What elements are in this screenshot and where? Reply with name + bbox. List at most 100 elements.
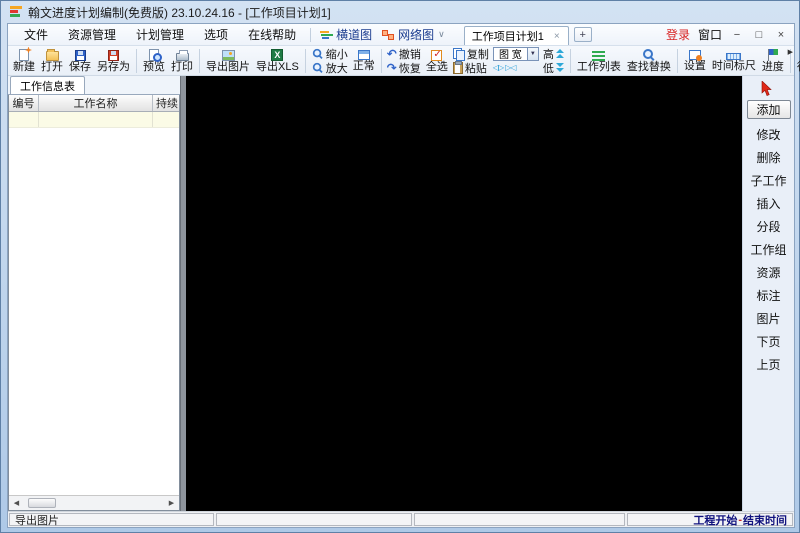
gantt-canvas[interactable] [186, 76, 742, 511]
separator [136, 48, 137, 73]
row-order-button[interactable]: 行顺序 [794, 47, 800, 75]
menu-options[interactable]: 选项 [194, 24, 238, 45]
redo-icon: ↷ [386, 60, 397, 75]
column-header-id[interactable]: 编号 [9, 95, 39, 111]
sidebar-item-picture[interactable]: 图片 [745, 307, 793, 330]
sidebar-item-modify[interactable]: 修改 [745, 123, 793, 146]
sidebar-item-add[interactable]: 添加 [746, 100, 791, 119]
minimize-button[interactable]: − [730, 29, 744, 41]
open-button[interactable]: 打开 [38, 47, 66, 75]
column-header-name[interactable]: 工作名称 [39, 95, 153, 111]
document-tab-active[interactable]: 工作项目计划1 × [463, 26, 569, 45]
work-list-label: 工作列表 [576, 60, 621, 73]
print-preview-icon [149, 48, 162, 62]
time-ruler-button[interactable]: 时间标尺 [709, 47, 759, 75]
menu-online-help[interactable]: 在线帮助 [238, 24, 306, 45]
column-header-duration[interactable]: 持续 [153, 95, 179, 111]
menu-window[interactable]: 窗口 [698, 26, 722, 43]
redo-button[interactable]: ↷ 恢复 [386, 60, 421, 75]
new-button[interactable]: 新建 [10, 47, 38, 75]
separator [199, 48, 200, 73]
sidebar-item-resource[interactable]: 资源 [745, 261, 793, 284]
open-label: 打开 [41, 61, 63, 73]
dash: - [738, 513, 742, 526]
time-ruler-label: 时间标尺 [711, 60, 756, 72]
right-sidebar: 添加 修改 删除 子工作 插入 分段 工作组 资源 标注 图片 下页 上页 [742, 76, 794, 511]
toolbar-overflow-icon[interactable]: ▶ [788, 48, 793, 56]
window-content: 文件 资源管理 计划管理 选项 在线帮助 横道图 网络图 ∨ 工作项目计划1 ×… [7, 23, 800, 528]
zoom-in-icon [312, 62, 323, 73]
new-label: 新建 [13, 60, 35, 73]
network-view-button[interactable]: 网络图 ∨ [377, 24, 450, 45]
preview-button[interactable]: 预览 [140, 47, 168, 75]
lower-label: 低 [542, 62, 554, 75]
work-table: 编号 工作名称 持续 ◀ ▶ [8, 95, 180, 511]
table-row[interactable] [9, 112, 179, 128]
find-replace-button[interactable]: 查找替换 [624, 47, 674, 75]
table-body-empty[interactable] [9, 128, 179, 495]
sidebar-item-delete[interactable]: 删除 [745, 146, 793, 169]
export-image-label: 导出图片 [206, 60, 250, 73]
new-tab-button[interactable]: + [573, 27, 592, 42]
gantt-chart-icon [320, 29, 334, 40]
horizontal-scrollbar[interactable]: ◀ ▶ [9, 495, 179, 510]
scroll-right-icon[interactable]: ▶ [164, 496, 179, 510]
work-list-button[interactable]: 工作列表 [574, 47, 624, 75]
document-tab-label: 工作项目计划1 [471, 31, 544, 43]
new-file-icon [19, 48, 29, 61]
work-info-panel: 工作信息表 编号 工作名称 持续 ◀ ▶ [8, 76, 180, 511]
chart-width-combobox[interactable]: 图 宽 ▼ [492, 46, 539, 61]
print-label: 打印 [171, 60, 193, 73]
gear-icon [688, 50, 702, 61]
select-all-button[interactable]: 全选 [423, 47, 451, 75]
login-link[interactable]: 登录 [666, 26, 690, 43]
copy-button[interactable]: 复制 [452, 47, 489, 61]
scrollbar-track[interactable] [24, 496, 164, 510]
status-cell-empty [216, 513, 412, 526]
sidebar-item-workgroup[interactable]: 工作组 [745, 238, 793, 261]
combobox-dropdown-icon[interactable]: ▼ [526, 47, 538, 60]
app-icon [9, 6, 23, 18]
settings-button[interactable]: 设置 [681, 47, 709, 75]
zoom-in-button[interactable]: 放大 [311, 61, 348, 75]
save-button[interactable]: 保存 [66, 47, 94, 75]
scrollbar-thumb[interactable] [28, 498, 56, 508]
scroll-left-icon[interactable]: ◀ [9, 496, 24, 510]
save-as-button[interactable]: 另存为 [94, 47, 133, 75]
printer-icon [175, 49, 189, 61]
chevron-down-icon[interactable]: ∨ [438, 29, 445, 40]
menu-plan-management[interactable]: 计划管理 [126, 24, 194, 45]
restore-button[interactable]: □ [752, 29, 766, 41]
sidebar-item-next-page[interactable]: 下页 [745, 330, 793, 353]
progress-button[interactable]: 进度 [759, 47, 787, 75]
list-icon [592, 50, 606, 61]
row-higher-button[interactable]: 高 [543, 47, 565, 61]
sidebar-item-annotation[interactable]: 标注 [745, 284, 793, 307]
separator [304, 48, 306, 73]
widen-bar-button[interactable]: ▷◁ [505, 62, 516, 74]
sidebar-item-insert[interactable]: 插入 [745, 192, 793, 215]
close-tab-icon[interactable]: × [554, 31, 560, 42]
menu-resource-management[interactable]: 资源管理 [58, 24, 126, 45]
sidebar-item-subtask[interactable]: 子工作 [745, 169, 793, 192]
menu-file[interactable]: 文件 [14, 24, 58, 45]
gantt-view-button[interactable]: 横道图 [315, 24, 377, 45]
tab-work-info[interactable]: 工作信息表 [10, 76, 85, 94]
sidebar-item-segment[interactable]: 分段 [745, 215, 793, 238]
project-start-label: 工程开始 [693, 514, 738, 527]
close-button[interactable]: × [774, 29, 788, 41]
zoom-normal-button[interactable]: 正常 [350, 47, 378, 75]
status-hint: 导出图片 [9, 513, 214, 527]
zoom-in-label: 放大 [325, 62, 348, 75]
separator [380, 48, 382, 73]
zoom-out-button[interactable]: 缩小 [311, 47, 348, 61]
print-button[interactable]: 打印 [168, 47, 196, 75]
paste-button[interactable]: 粘贴 [452, 60, 489, 75]
undo-button[interactable]: ↶ 撤销 [387, 47, 421, 61]
checkbox-check-icon [431, 49, 443, 61]
export-xls-button[interactable]: 导出XLS [253, 47, 302, 75]
narrow-bar-button[interactable]: ◁▷ [493, 62, 504, 74]
sidebar-item-prev-page[interactable]: 上页 [745, 353, 793, 376]
row-lower-button[interactable]: 低 [542, 61, 565, 75]
export-image-button[interactable]: 导出图片 [203, 47, 253, 75]
